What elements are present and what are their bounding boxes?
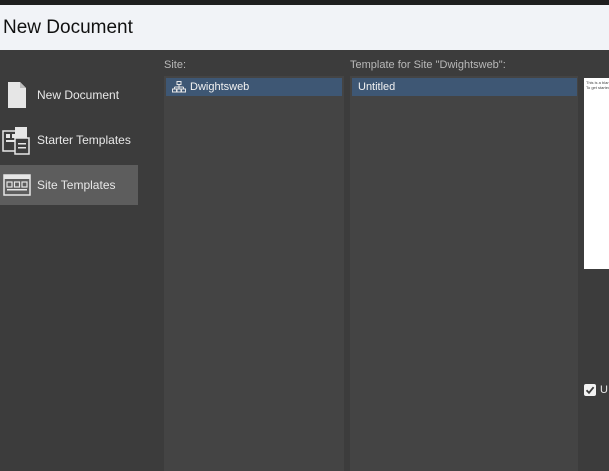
preview-panel: This is a blank To get started	[578, 76, 609, 471]
site-list[interactable]: Dwightsweb	[164, 76, 344, 471]
checkmark-icon	[585, 386, 595, 395]
category-site-templates[interactable]: Site Templates	[0, 165, 138, 205]
update-page-checkbox-row[interactable]: U	[584, 384, 608, 396]
checkbox[interactable]	[584, 384, 596, 396]
category-new-document[interactable]: New Document	[0, 75, 138, 115]
dialog-titlebar: New Document	[0, 5, 609, 50]
site-list-item[interactable]: Dwightsweb	[166, 78, 342, 96]
blank-document-icon	[2, 80, 32, 110]
site-icon	[172, 81, 186, 93]
category-label: Starter Templates	[37, 133, 131, 147]
category-starter-templates[interactable]: Starter Templates	[0, 120, 138, 160]
site-column-header: Site:	[164, 59, 187, 71]
dialog-title: New Document	[3, 17, 133, 38]
site-list-item-label: Dwightsweb	[190, 81, 250, 93]
template-list-item-label: Untitled	[358, 81, 396, 93]
starter-templates-icon	[2, 125, 32, 155]
template-column-header: Template for Site "Dwightsweb":	[350, 59, 506, 71]
checkbox-label: U	[600, 384, 608, 396]
site-templates-icon	[2, 170, 32, 200]
template-list-item[interactable]: Untitled	[352, 78, 577, 96]
category-label: New Document	[37, 88, 120, 102]
preview-line: To get started	[586, 85, 609, 90]
preview-thumbnail: This is a blank To get started	[584, 78, 609, 269]
category-label: Site Templates	[37, 178, 116, 192]
template-list[interactable]: Untitled	[350, 76, 579, 471]
preview-line: This is a blank	[586, 80, 609, 85]
